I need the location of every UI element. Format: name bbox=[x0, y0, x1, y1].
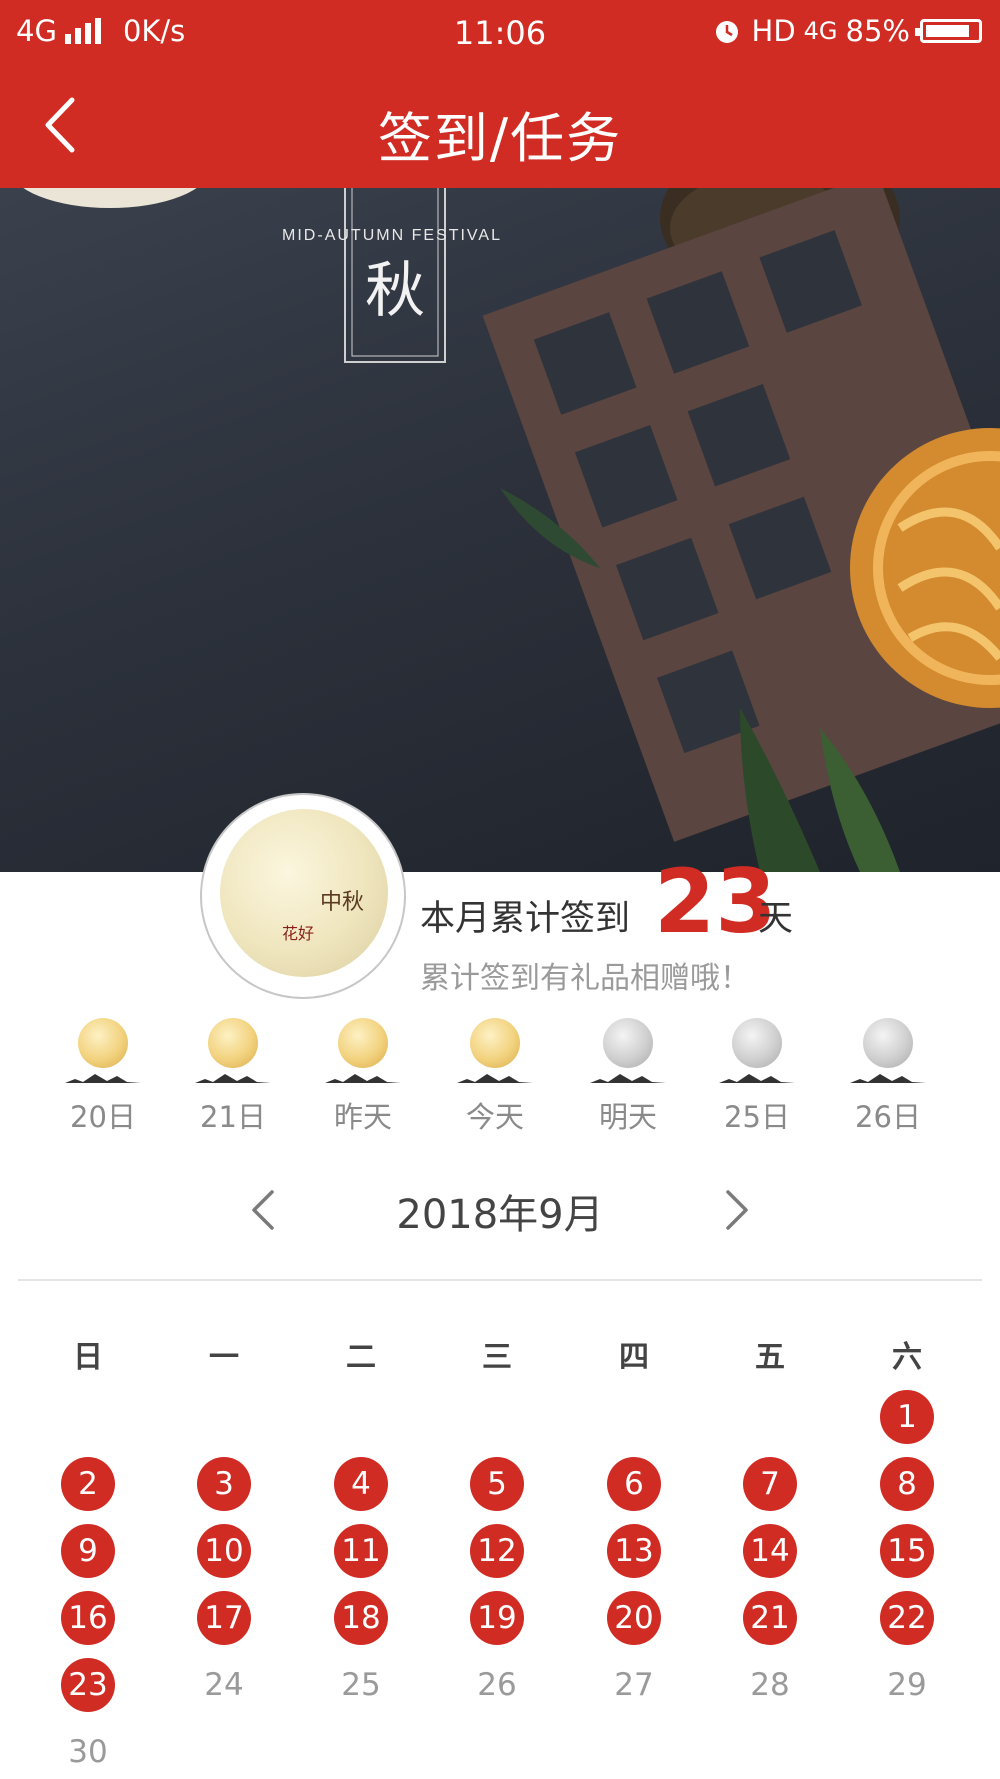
weekday-header: 二 bbox=[346, 1340, 376, 1375]
calendar-day[interactable]: 26 bbox=[470, 1658, 524, 1712]
festival-char: 秋 bbox=[365, 256, 425, 326]
week-day-label: 20日 bbox=[70, 1100, 136, 1134]
mountain-icon bbox=[590, 1074, 666, 1083]
week-day-item[interactable]: 20日 bbox=[48, 1018, 158, 1136]
mountain-icon bbox=[457, 1074, 533, 1083]
avatar-text-2: 中秋 bbox=[320, 890, 364, 915]
calendar-day[interactable]: 25 bbox=[334, 1658, 388, 1712]
calendar-day-signed[interactable]: 21 bbox=[743, 1591, 797, 1645]
week-day-label: 25日 bbox=[724, 1100, 790, 1134]
calendar-day[interactable]: 29 bbox=[880, 1658, 934, 1712]
week-day-label: 21日 bbox=[200, 1100, 266, 1134]
calendar-day-signed[interactable]: 13 bbox=[607, 1524, 661, 1578]
mid-autumn-banner: MID-AUTUMN FESTIVAL 秋 bbox=[0, 188, 1000, 872]
moon-signed-icon bbox=[208, 1018, 258, 1068]
calendar-day-signed[interactable]: 11 bbox=[334, 1524, 388, 1578]
weekday-header: 一 bbox=[209, 1340, 239, 1375]
monthly-signin-prefix: 本月累计签到 bbox=[420, 899, 631, 939]
hd-label: HD bbox=[751, 14, 796, 48]
mountain-icon bbox=[325, 1074, 401, 1083]
alarm-icon bbox=[715, 21, 738, 43]
weekday-header: 五 bbox=[755, 1340, 785, 1375]
moon-signed-icon bbox=[338, 1018, 388, 1068]
moon-unsigned-icon bbox=[863, 1018, 913, 1068]
avatar-text-1: 花好 bbox=[282, 924, 314, 943]
signin-day-unit: 天 bbox=[758, 899, 794, 939]
calendar-day-signed[interactable]: 18 bbox=[334, 1591, 388, 1645]
week-strip: 20日 21日 昨天 今天 明天 25日 26日 bbox=[0, 1010, 1000, 1140]
moon-signed-icon bbox=[78, 1018, 128, 1068]
calendar-day-signed[interactable]: 3 bbox=[197, 1457, 251, 1511]
week-day-item[interactable]: 今天 bbox=[440, 1018, 550, 1136]
banner-illustration: MID-AUTUMN FESTIVAL 秋 bbox=[23, 188, 1000, 872]
calendar-day[interactable]: 30 bbox=[61, 1725, 115, 1779]
calendar-day-signed[interactable]: 1 bbox=[880, 1390, 934, 1444]
calendar-day-signed[interactable]: 6 bbox=[607, 1457, 661, 1511]
avatar: 中秋 花好 bbox=[200, 793, 406, 999]
calendar-day-signed[interactable]: 10 bbox=[197, 1524, 251, 1578]
calendar-day-signed[interactable]: 22 bbox=[880, 1591, 934, 1645]
status-bar: 4G 0K/s 11:06 HD 4G 85% bbox=[0, 0, 1000, 64]
mountain-icon bbox=[719, 1074, 795, 1083]
week-day-item[interactable]: 25日 bbox=[702, 1018, 812, 1136]
week-day-label: 昨天 bbox=[333, 1100, 392, 1134]
calendar-day-signed[interactable]: 19 bbox=[470, 1591, 524, 1645]
calendar-day-signed[interactable]: 14 bbox=[743, 1524, 797, 1578]
moon-signed-icon bbox=[470, 1018, 520, 1068]
battery-icon bbox=[915, 19, 982, 43]
calendar-day-signed[interactable]: 2 bbox=[61, 1457, 115, 1511]
mountain-icon bbox=[195, 1074, 271, 1083]
status-right: HD 4G 85% bbox=[712, 14, 982, 48]
calendar-day[interactable]: 27 bbox=[607, 1658, 661, 1712]
festival-en-text: MID-AUTUMN FESTIVAL bbox=[282, 227, 502, 244]
calendar-day-signed[interactable]: 20 bbox=[607, 1591, 661, 1645]
calendar-day-signed[interactable]: 16 bbox=[61, 1591, 115, 1645]
week-day-item[interactable]: 21日 bbox=[178, 1018, 288, 1136]
mountain-icon bbox=[850, 1074, 926, 1083]
divider bbox=[18, 1279, 982, 1281]
calendar-day-signed[interactable]: 4 bbox=[334, 1457, 388, 1511]
header: 签到/任务 bbox=[0, 64, 1000, 188]
calendar-day-signed[interactable]: 7 bbox=[743, 1457, 797, 1511]
page-title: 签到/任务 bbox=[377, 107, 623, 170]
calendar-day-signed[interactable]: 9 bbox=[61, 1524, 115, 1578]
calendar-day[interactable]: 28 bbox=[743, 1658, 797, 1712]
weekday-header: 六 bbox=[892, 1340, 922, 1375]
calendar-day-signed[interactable]: 23 bbox=[61, 1658, 115, 1712]
week-day-item[interactable]: 昨天 bbox=[308, 1018, 418, 1136]
calendar-day-signed[interactable]: 8 bbox=[880, 1457, 934, 1511]
month-nav: 2018年9月 bbox=[0, 1170, 1000, 1250]
weekday-header: 日 bbox=[73, 1340, 103, 1375]
moon-calligraphy: 中秋 花好 bbox=[282, 890, 364, 943]
month-title: 2018年9月 bbox=[396, 1192, 604, 1238]
moon-unsigned-icon bbox=[603, 1018, 653, 1068]
signin-reward-hint: 累计签到有礼品相赠哦！ bbox=[420, 961, 750, 996]
calendar-day-signed[interactable]: 12 bbox=[470, 1524, 524, 1578]
network2-label: 4G bbox=[803, 17, 838, 45]
calendar-day-signed[interactable]: 15 bbox=[880, 1524, 934, 1578]
week-day-item[interactable]: 明天 bbox=[573, 1018, 683, 1136]
week-day-label: 今天 bbox=[465, 1100, 524, 1134]
calendar-day-signed[interactable]: 5 bbox=[470, 1457, 524, 1511]
week-day-label: 26日 bbox=[855, 1100, 921, 1134]
next-month-button[interactable] bbox=[712, 1180, 762, 1240]
weekday-header: 三 bbox=[482, 1340, 512, 1375]
calendar-day[interactable]: 24 bbox=[197, 1658, 251, 1712]
moon-image: 中秋 花好 bbox=[220, 809, 388, 977]
weekday-header: 四 bbox=[619, 1340, 649, 1375]
week-day-item[interactable]: 26日 bbox=[833, 1018, 943, 1136]
battery-percent: 85% bbox=[845, 14, 910, 48]
mountain-icon bbox=[65, 1074, 141, 1083]
week-day-label: 明天 bbox=[598, 1100, 657, 1134]
moon-unsigned-icon bbox=[732, 1018, 782, 1068]
calendar-day-signed[interactable]: 17 bbox=[197, 1591, 251, 1645]
